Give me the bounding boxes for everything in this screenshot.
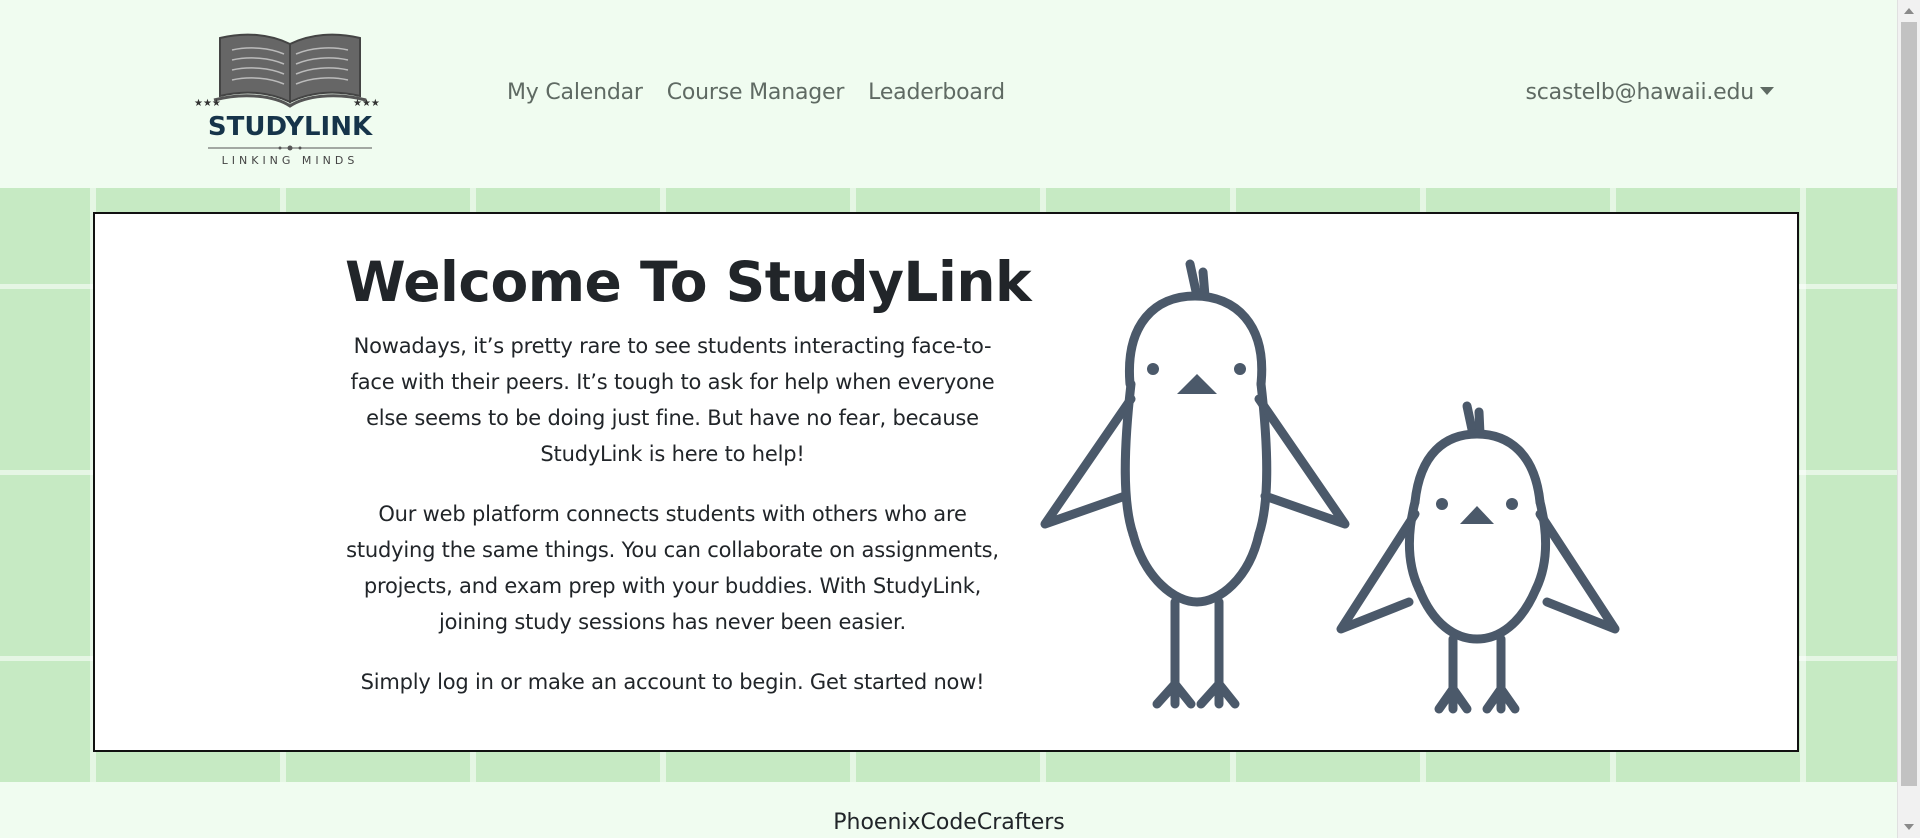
studylink-logo[interactable]: ★★★ ★★★ STUDYLINK LINKING MINDS [190,30,390,172]
welcome-card: Welcome To StudyLink Nowadays, it’s pret… [93,212,1799,752]
nav-link-course-manager[interactable]: Course Manager [667,80,845,105]
page: ★★★ ★★★ STUDYLINK LINKING MINDS My Calen… [0,0,1920,838]
svg-text:★★★: ★★★ [194,98,221,109]
intro-paragraph: Nowadays, it’s pretty rare to see studen… [350,334,995,466]
user-email: scastelb@hawaii.edu [1525,80,1755,105]
main-nav: My Calendar Course Manager Leaderboard [507,80,1005,105]
user-dropdown[interactable]: scastelb@hawaii.edu [1525,80,1774,105]
svg-text:★★★: ★★★ [353,98,380,109]
call-to-action-paragraph: Simply log in or make an account to begi… [360,670,985,694]
scrollbar-thumb[interactable] [1901,22,1917,786]
big-bird-icon [1040,259,1350,709]
small-bird-icon [1336,401,1620,714]
nav-link-leaderboard[interactable]: Leaderboard [868,80,1005,105]
vertical-scrollbar[interactable] [1897,0,1920,838]
scroll-down-arrow-icon[interactable] [1904,824,1914,830]
open-book-icon: ★★★ ★★★ [194,33,380,151]
scroll-up-arrow-icon[interactable] [1904,8,1914,14]
platform-paragraph: Our web platform connects students with … [346,502,999,634]
welcome-text-block: Welcome To StudyLink Nowadays, it’s pret… [345,250,1032,724]
page-title: Welcome To StudyLink [345,250,1032,314]
logo-tagline: LINKING MINDS [221,154,359,167]
footer: PhoenixCodeCrafters [0,782,1898,838]
logo-wordmark: STUDYLINK [207,112,373,142]
nav-link-my-calendar[interactable]: My Calendar [507,80,643,105]
footer-text: PhoenixCodeCrafters [833,810,1065,835]
chevron-down-icon [1760,86,1774,95]
navbar: ★★★ ★★★ STUDYLINK LINKING MINDS My Calen… [0,0,1898,188]
two-birds-illustration [1040,259,1620,714]
